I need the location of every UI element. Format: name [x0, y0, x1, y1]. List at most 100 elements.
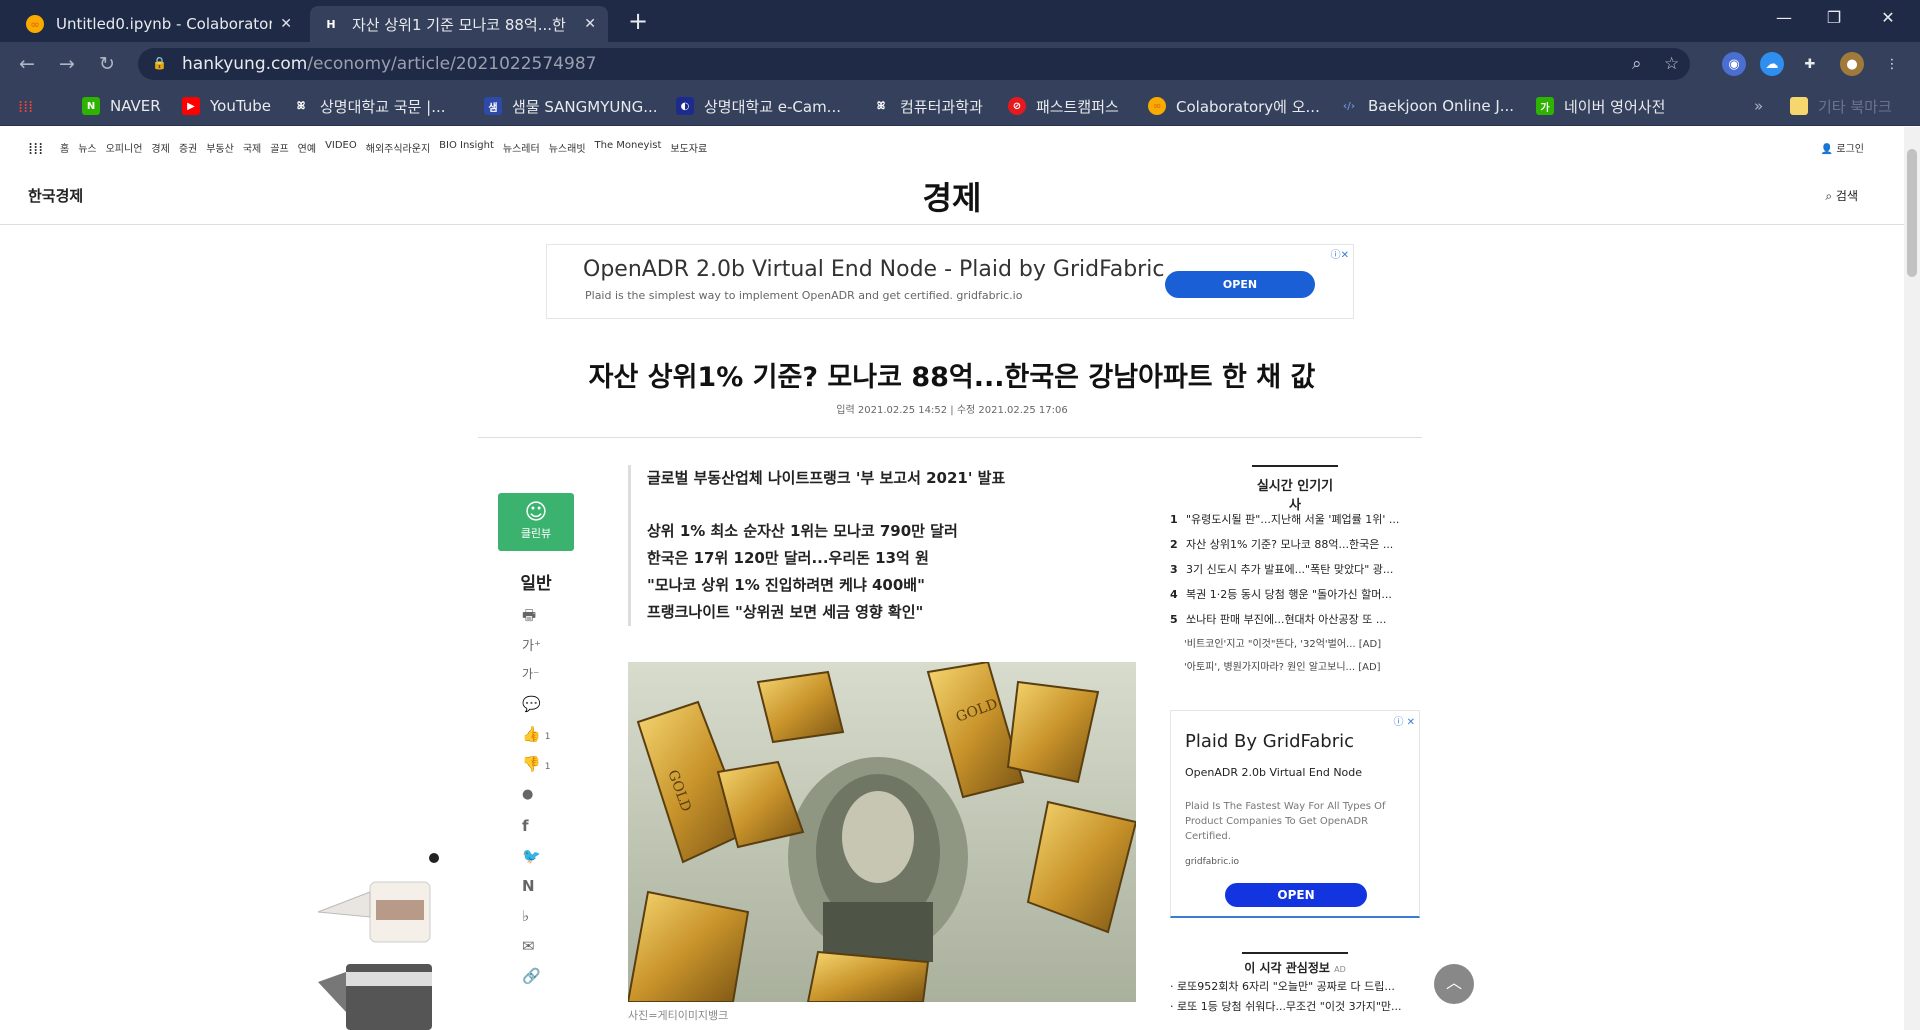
menu-dots-icon[interactable]: ⋮ — [1880, 52, 1904, 76]
top-nav-item[interactable]: BIO Insight — [439, 140, 494, 155]
popular-item[interactable]: 5 쏘나타 판매 부진에...현대차 아산공장 또 ... — [1170, 611, 1420, 627]
side-ad[interactable]: ⓘ ✕ Plaid By GridFabric OpenADR 2.0b Vir… — [1170, 710, 1420, 918]
tab-colab[interactable]: ∞ Untitled0.ipynb - Colaboratory ✕ — [14, 6, 304, 42]
close-icon[interactable]: ✕ — [584, 16, 596, 32]
thumbs-down-icon[interactable]: 👎 1 — [522, 755, 562, 773]
new-tab-button[interactable]: + — [624, 7, 652, 35]
link-icon[interactable]: 🔗 — [522, 967, 562, 985]
top-nav-item[interactable]: The Moneyist — [595, 140, 662, 155]
top-nav-item[interactable]: 부동산 — [206, 140, 234, 155]
scrollbar-thumb[interactable] — [1907, 149, 1917, 277]
top-navigation: ⁞⁞⁞ 홈 뉴스 오피니언 경제 증권 부동산 국제 골프 연예 VIDEO 해외주식라운지 BIO … — [0, 127, 1904, 165]
tab-hankyung[interactable]: H 자산 상위1 기준 모나코 88억...한 ✕ — [310, 6, 608, 42]
restore-button[interactable]: ❐ — [1806, 0, 1862, 36]
print-icon[interactable]: 🖶 — [522, 605, 562, 630]
apps-grid-icon[interactable]: ⁞⁞⁞ — [18, 94, 33, 118]
facebook-icon[interactable]: f — [522, 817, 562, 835]
interest-item[interactable]: · 로또952회차 6자리 "오늘만" 공짜로 다 드립... — [1170, 978, 1420, 994]
top-nav-item[interactable]: 보도자료 — [670, 140, 707, 155]
ad-subtext: Plaid is the simplest way to implement O… — [585, 289, 1023, 302]
bookmark-fastcampus[interactable]: ⊘ 패스트캠퍼스 — [1008, 94, 1119, 118]
bookmark-sangmyung[interactable]: 샘 샘물 SANGMYUNG... — [484, 94, 658, 118]
bookmark-smu[interactable]: ꕤ 상명대학교 국문 |... — [292, 94, 446, 118]
top-nav-item[interactable]: 연예 — [298, 140, 316, 155]
popular-ad-item[interactable]: '아토피', 병원가지마라? 원인 알고보니... [AD] — [1170, 658, 1420, 673]
popular-item-text: "유령도시될 판"...지난해 서울 '폐업률 1위' ... — [1186, 513, 1400, 526]
band-icon[interactable]: ♭ — [522, 907, 562, 925]
top-nav-item[interactable]: 오피니언 — [106, 140, 143, 155]
reload-icon[interactable]: ↻ — [94, 51, 120, 77]
top-nav-item[interactable]: 홈 — [60, 140, 69, 155]
login-link[interactable]: 👤 로그인 — [1821, 140, 1864, 155]
ad-open-button[interactable]: OPEN — [1165, 271, 1315, 298]
article-headline: 자산 상위1% 기준? 모나코 88억...한국은 강남아파트 한 채 값 — [588, 362, 1316, 393]
page-scrollbar[interactable] — [1904, 127, 1920, 1030]
address-bar[interactable]: 🔒 hankyung.com/economy/article/202102257… — [138, 48, 1690, 80]
side-ad-description: Plaid Is The Fastest Way For All Types O… — [1185, 801, 1386, 842]
font-increase-icon[interactable]: 가⁺ — [522, 635, 562, 654]
extension-icon[interactable]: ◉ — [1722, 52, 1746, 76]
puzzle-icon[interactable]: ✚ — [1798, 52, 1822, 76]
top-banner-ad[interactable]: OpenADR 2.0b Virtual End Node - Plaid by… — [546, 244, 1354, 319]
top-nav-item[interactable]: 국제 — [243, 140, 261, 155]
popular-item[interactable]: 1 "유령도시될 판"...지난해 서울 '폐업률 1위' ... — [1170, 511, 1420, 527]
bookmark-youtube[interactable]: ▶ YouTube — [182, 94, 271, 118]
side-ad-open-button[interactable]: OPEN — [1225, 883, 1367, 907]
summary-title: 글로벌 부동산업체 나이트프랭크 '부 보고서 2021' 발표 — [647, 469, 1006, 487]
article-dates: 입력 2021.02.25 14:52 | 수정 2021.02.25 17:0… — [836, 405, 1068, 416]
general-view-label[interactable]: 일반 — [498, 569, 574, 594]
bookmarks-overflow-icon[interactable]: » — [1754, 94, 1763, 118]
popular-item-text: 3기 신도시 추가 발표에..."폭탄 맞았다" 광... — [1186, 563, 1394, 576]
star-icon[interactable]: ☆ — [1664, 54, 1679, 74]
top-nav-item[interactable]: 경제 — [151, 140, 169, 155]
cleanview-button[interactable]: ☺ 클린뷰 — [498, 493, 574, 551]
minimize-button[interactable]: — — [1756, 0, 1812, 36]
top-nav-item[interactable]: 해외주식라운지 — [366, 140, 430, 155]
kakao-talk-icon[interactable]: ● — [522, 787, 562, 802]
ad-choices-icon[interactable]: ⓘ ✕ — [1393, 713, 1415, 728]
bookmark-baekjoon[interactable]: ‹/› Baekjoon Online J... — [1340, 94, 1514, 118]
bookmark-other[interactable]: 기타 북마크 — [1790, 94, 1892, 118]
popular-item[interactable]: 4 복권 1·2등 동시 당첨 행운 "돌아가신 할머... — [1170, 586, 1420, 602]
cleanview-label: 클린뷰 — [520, 527, 552, 540]
top-nav-item[interactable]: VIDEO — [325, 140, 357, 155]
avatar[interactable]: ● — [1840, 52, 1864, 76]
back-icon[interactable]: ← — [14, 51, 40, 77]
top-nav-item[interactable]: 뉴스레터 — [503, 140, 540, 155]
scroll-to-top-button[interactable]: ︿ — [1434, 964, 1474, 1004]
top-nav-item[interactable]: 증권 — [179, 140, 197, 155]
popular-ad-item[interactable]: '비트코인'지고 "이것"뜬다, '32억'벌어... [AD] — [1170, 635, 1420, 650]
close-icon[interactable]: ✕ — [280, 16, 292, 32]
left-product-ad[interactable] — [310, 852, 440, 1030]
top-nav-item[interactable]: 골프 — [270, 140, 288, 155]
zoom-search-icon[interactable]: ⌕ — [1632, 54, 1642, 74]
interest-item[interactable]: · 로또 1등 당첨 쉬워다...무조건 "이것 3가지"만... — [1170, 998, 1420, 1014]
smu-icon: ꕤ — [876, 100, 886, 112]
popular-item[interactable]: 3 3기 신도시 추가 발표에..."폭탄 맞았다" 광... — [1170, 561, 1420, 577]
bookmark-naver-dict[interactable]: 가 네이버 영어사전 — [1536, 94, 1665, 118]
thumbs-up-icon[interactable]: 👍 1 — [522, 725, 562, 743]
bookmark-label: Colaboratory에 오... — [1176, 97, 1320, 116]
top-nav-item[interactable]: 뉴스 — [78, 140, 96, 155]
naver-blog-icon[interactable]: N — [522, 877, 562, 895]
top-nav-item[interactable]: 뉴스래빗 — [549, 140, 586, 155]
popular-item[interactable]: 2 자산 상위1% 기준? 모나코 88억...한국은 ... — [1170, 536, 1420, 552]
naver-dict-icon: 가 — [1536, 97, 1554, 115]
cloud-extension-icon[interactable]: ☁ — [1760, 52, 1784, 76]
close-window-button[interactable]: ✕ — [1860, 0, 1916, 36]
comment-icon[interactable]: 💬 — [522, 695, 562, 713]
email-icon[interactable]: ✉ — [522, 937, 562, 955]
popular-title: 실시간 인기기사 — [1252, 465, 1338, 513]
bookmark-cs[interactable]: ꕤ 컴퓨터과학과 — [872, 94, 983, 118]
search-button[interactable]: ⌕ 검색 — [1825, 187, 1858, 204]
ad-choices-icon[interactable]: ⓘ✕ — [1331, 246, 1349, 261]
bookmark-naver[interactable]: N NAVER — [82, 94, 161, 118]
bookmark-ecampus[interactable]: ◐ 상명대학교 e-Cam... — [676, 94, 841, 118]
bookmark-colab[interactable]: ∞ Colaboratory에 오... — [1148, 94, 1320, 118]
forward-icon[interactable]: → — [54, 51, 80, 77]
search-label: 검색 — [1835, 189, 1858, 203]
font-decrease-icon[interactable]: 가⁻ — [522, 665, 562, 682]
menu-grid-icon[interactable]: ⁞⁞⁞ — [28, 139, 43, 158]
side-ad-subtitle: OpenADR 2.0b Virtual End Node — [1185, 766, 1363, 779]
twitter-icon[interactable]: 🐦 — [522, 847, 562, 865]
